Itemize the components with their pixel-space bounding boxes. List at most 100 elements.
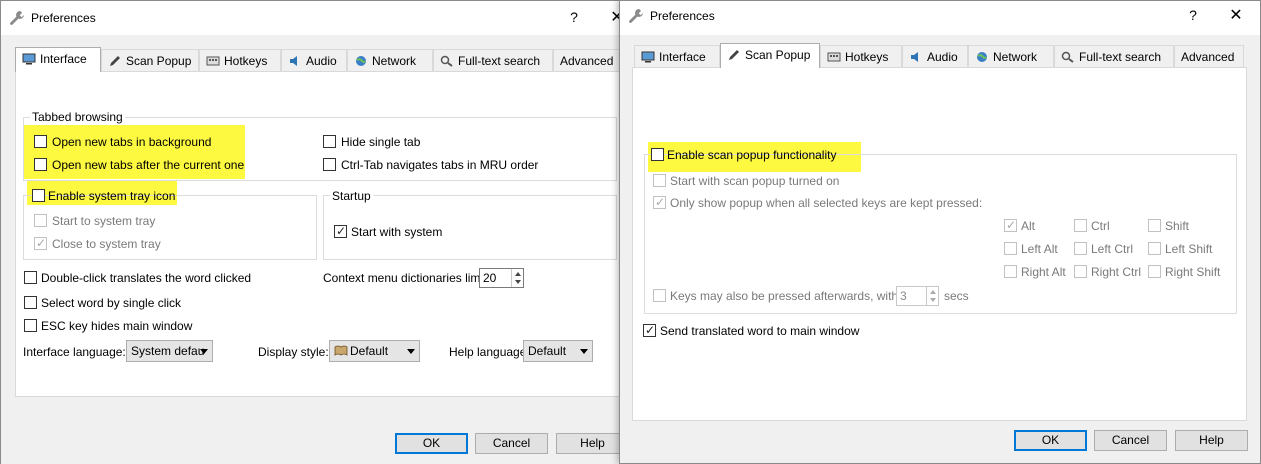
close-to-tray-checkbox[interactable]: ✓ xyxy=(34,236,47,250)
help-language-label: Help language xyxy=(449,345,527,359)
display-style-combo[interactable]: Default xyxy=(329,340,420,362)
key-shift-label: Shift xyxy=(1165,219,1190,233)
tab-full-text-search[interactable]: Full-text search xyxy=(433,49,553,71)
only-show-popup-label: Only show popup when all selected keys a… xyxy=(670,196,983,210)
keys-afterwards-spinbox[interactable]: 3 xyxy=(896,286,939,306)
start-to-tray-checkbox[interactable] xyxy=(34,214,47,227)
key-ctrl-label: Ctrl xyxy=(1091,219,1110,233)
esc-hides-window-checkbox[interactable] xyxy=(24,319,37,332)
keys-afterwards-value: 3 xyxy=(900,289,907,303)
key-right-ctrl-checkbox[interactable] xyxy=(1074,265,1087,278)
spin-buttons[interactable] xyxy=(511,269,523,287)
wrench-icon xyxy=(629,9,643,23)
enable-tray-icon-checkbox[interactable] xyxy=(32,189,45,202)
tab-network[interactable]: Network xyxy=(968,45,1054,67)
send-word-main-window-checkbox[interactable]: ✓ xyxy=(643,323,656,337)
spin-buttons[interactable] xyxy=(926,287,938,305)
only-show-popup-checkbox[interactable]: ✓ xyxy=(653,195,666,209)
tab-hotkeys[interactable]: Hotkeys xyxy=(199,49,281,71)
spin-up-icon xyxy=(515,272,521,276)
close-to-tray-label: Close to system tray xyxy=(52,237,161,251)
window-title: Preferences xyxy=(31,11,96,25)
key-shift-checkbox[interactable] xyxy=(1148,219,1161,232)
hide-single-tab-checkbox[interactable] xyxy=(323,135,336,148)
keys-afterwards-checkbox[interactable] xyxy=(653,289,666,302)
enable-scan-popup-label: Enable scan popup functionality xyxy=(667,148,837,162)
cancel-button[interactable]: Cancel xyxy=(1094,430,1167,451)
interface-language-combo[interactable]: System defau xyxy=(126,340,213,362)
ok-button[interactable]: OK xyxy=(395,433,468,454)
preferences-dialog-scan-popup: Preferences ? ✕ Interface Scan Popup Hot… xyxy=(619,0,1261,464)
double-click-translate-checkbox[interactable] xyxy=(24,271,37,284)
secs-label: secs xyxy=(944,289,969,303)
checkmark-icon: ✓ xyxy=(655,195,666,209)
key-left-ctrl-checkbox[interactable] xyxy=(1074,242,1087,255)
checkmark-icon: ✓ xyxy=(1006,218,1017,232)
tab-scan-popup[interactable]: Scan Popup xyxy=(101,49,199,71)
cancel-button[interactable]: Cancel xyxy=(475,433,548,454)
help-title-button[interactable]: ? xyxy=(1183,7,1203,23)
key-left-shift-label: Left Shift xyxy=(1165,242,1213,256)
help-title-button[interactable]: ? xyxy=(564,9,584,25)
key-right-ctrl-label: Right Ctrl xyxy=(1091,265,1142,279)
tab-interface[interactable]: Interface xyxy=(634,45,720,67)
context-menu-limit-value: 20 xyxy=(483,271,497,285)
start-with-system-checkbox[interactable]: ✓ xyxy=(334,224,347,238)
keys-afterwards-label: Keys may also be pressed afterwards, wit… xyxy=(670,289,908,303)
enable-scan-popup-checkbox[interactable] xyxy=(651,148,664,161)
chevron-down-icon xyxy=(407,349,415,354)
send-word-main-window-label: Send translated word to main window xyxy=(660,324,860,338)
double-click-translate-label: Double-click translates the word clicked xyxy=(41,271,252,285)
help-button[interactable]: Help xyxy=(556,433,627,454)
checkmark-icon: ✓ xyxy=(645,323,656,337)
key-ctrl-checkbox[interactable] xyxy=(1074,219,1087,232)
help-button[interactable]: Help xyxy=(1175,430,1248,451)
enable-tray-icon-label: Enable system tray icon xyxy=(48,189,176,203)
key-alt-checkbox[interactable]: ✓ xyxy=(1004,218,1017,232)
ok-button[interactable]: OK xyxy=(1014,430,1087,451)
keyboard-icon xyxy=(206,56,220,66)
start-scan-popup-label: Start with scan popup turned on xyxy=(670,174,840,188)
ctrl-tab-mru-label: Ctrl-Tab navigates tabs in MRU order xyxy=(341,158,539,172)
display-style-value: Default xyxy=(350,344,389,358)
start-to-tray-label: Start to system tray xyxy=(52,214,156,228)
help-language-value: Default xyxy=(528,344,567,358)
open-tabs-background-checkbox[interactable] xyxy=(34,135,47,148)
tab-network[interactable]: Network xyxy=(347,49,433,71)
ctrl-tab-mru-checkbox[interactable] xyxy=(323,158,336,171)
tab-audio[interactable]: Audio xyxy=(281,49,347,71)
open-tabs-after-checkbox[interactable] xyxy=(34,158,47,171)
preferences-dialog-interface: Preferences ? ✕ Interface Scan Popup Hot… xyxy=(0,0,628,464)
tab-scan-popup[interactable]: Scan Popup xyxy=(720,43,820,68)
speaker-icon xyxy=(911,52,918,62)
key-left-shift-checkbox[interactable] xyxy=(1148,242,1161,255)
title-bar: Preferences ? ✕ xyxy=(1,1,627,35)
select-word-single-click-label: Select word by single click xyxy=(41,296,182,310)
start-scan-popup-checkbox[interactable] xyxy=(653,174,666,187)
tab-interface[interactable]: Interface xyxy=(15,47,101,72)
select-word-single-click-checkbox[interactable] xyxy=(24,296,37,309)
tab-advanced[interactable]: Advanced xyxy=(553,49,623,71)
checkmark-icon: ✓ xyxy=(336,224,347,238)
globe-icon xyxy=(356,56,366,66)
spin-up-icon xyxy=(930,290,936,294)
interface-language-label: Interface language: xyxy=(23,345,126,359)
close-button[interactable]: ✕ xyxy=(1226,5,1246,25)
key-right-shift-checkbox[interactable] xyxy=(1148,265,1161,278)
key-right-alt-checkbox[interactable] xyxy=(1004,265,1017,278)
key-left-alt-label: Left Alt xyxy=(1021,242,1058,256)
chevron-down-icon xyxy=(200,349,208,354)
context-menu-limit-spinbox[interactable]: 20 xyxy=(479,268,524,288)
tab-advanced[interactable]: Advanced xyxy=(1174,45,1244,67)
tab-full-text-search[interactable]: Full-text search xyxy=(1054,45,1174,67)
magnifier-icon xyxy=(440,55,453,67)
keyboard-icon xyxy=(827,52,841,62)
tab-audio[interactable]: Audio xyxy=(902,45,968,67)
title-bar: Preferences ? ✕ xyxy=(620,1,1260,35)
monitor-icon xyxy=(22,53,36,65)
key-left-alt-checkbox[interactable] xyxy=(1004,242,1017,255)
tab-strip: Interface Scan Popup Hotkeys Audio Netwo… xyxy=(620,43,1260,68)
magnifier-icon xyxy=(1061,51,1074,63)
tab-hotkeys[interactable]: Hotkeys xyxy=(820,45,902,67)
help-language-combo[interactable]: Default xyxy=(523,340,593,362)
